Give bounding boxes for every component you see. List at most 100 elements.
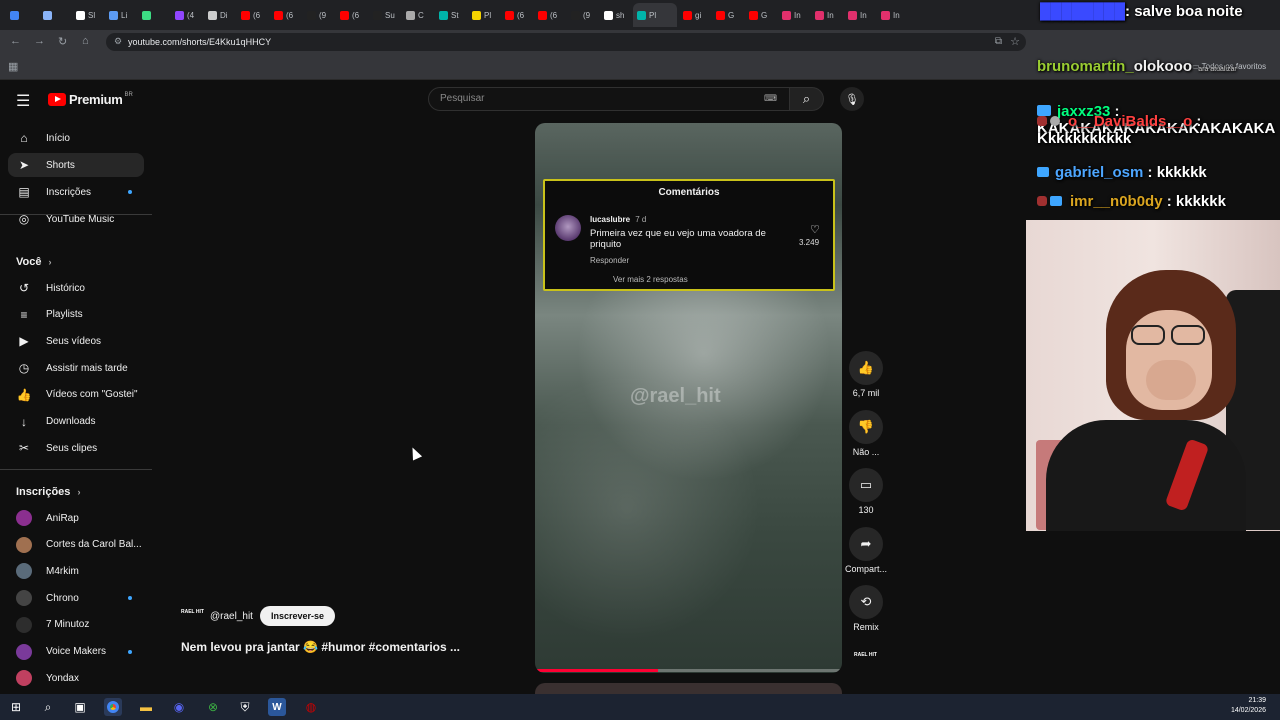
subscription-channel[interactable]: Cortes da Carol Bal... [8, 533, 144, 557]
voice-search-button[interactable]: 🎙 [840, 87, 864, 111]
site-info-icon[interactable]: ⚙ [114, 36, 122, 47]
subscription-channel[interactable]: Yondax [8, 666, 144, 690]
channel-handle[interactable]: @rael_hit [210, 611, 253, 622]
browser-tab[interactable]: (6 [501, 3, 532, 27]
xbox-icon[interactable]: ⊗ [204, 698, 222, 716]
youtube-premium-logo[interactable]: Premium BR [48, 92, 133, 107]
you-section-heading[interactable]: Você › [16, 256, 52, 268]
browser-tab[interactable]: (9 [303, 3, 334, 27]
browser-tab[interactable]: sh [600, 3, 631, 27]
sidebar-item-youtube-music[interactable]: ◎ YouTube Music [8, 207, 144, 231]
sidebar-item-seus-clipes[interactable]: ✂ Seus clipes [8, 436, 144, 460]
sound-channel-thumb[interactable]: RAEL HIT [854, 652, 878, 666]
comment-heart-icon[interactable]: ♡ [810, 223, 820, 236]
reload-icon[interactable]: ↻ [58, 35, 67, 48]
sidebar-item-downloads[interactable]: ↓ Downloads [8, 410, 144, 434]
sidebar-item-shorts[interactable]: ➤ Shorts [8, 153, 144, 177]
search-input[interactable]: Pesquisar ⌨ [428, 87, 790, 111]
browser-tab[interactable]: In [877, 3, 908, 27]
browser-tab[interactable]: In [811, 3, 842, 27]
browser-tab[interactable]: (9 [567, 3, 598, 27]
obs-icon[interactable]: ◍ [302, 698, 320, 716]
browser-tab[interactable] [138, 3, 169, 27]
subscription-channel[interactable]: 7 Minutoz [8, 613, 144, 637]
browser-tab[interactable]: Sl [72, 3, 103, 27]
youtube-logo-icon [48, 93, 66, 106]
dislike-button[interactable]: 👎 [849, 409, 883, 444]
back-icon[interactable]: ← [10, 35, 21, 47]
sidebar-item-inscri-es[interactable]: ▤ Inscrições [8, 180, 144, 204]
video-progress-track[interactable] [535, 669, 842, 672]
browser-tab[interactable]: G [745, 3, 776, 27]
browser-tab[interactable]: Pl [468, 3, 499, 27]
comment-reply-button[interactable]: Responder [590, 256, 629, 265]
tab-title: Sl [88, 10, 96, 20]
browser-tab[interactable]: Di [204, 3, 235, 27]
taskbar-search-icon[interactable]: ⌕ [39, 698, 57, 716]
subscription-channel[interactable]: M4rkim [8, 559, 144, 583]
browser-tab[interactable]: In [778, 3, 809, 27]
apps-grid-icon[interactable]: ▦ [8, 60, 18, 73]
watch-later-icon: ◷ [18, 361, 30, 376]
bookmark-star-icon[interactable]: ☆ [1010, 35, 1020, 48]
browser-tab[interactable]: (6 [534, 3, 565, 27]
browser-tab[interactable]: St [435, 3, 466, 27]
file-explorer-icon[interactable]: ▬ [137, 698, 155, 716]
security-shield-icon[interactable]: ⛨ [236, 698, 254, 716]
discord-icon[interactable]: ◉ [170, 698, 188, 716]
remix-button[interactable]: ⟲ [849, 585, 883, 619]
channel-name: Cortes da Carol Bal... [46, 539, 142, 551]
short-title[interactable]: Nem levou pra jantar 😂 #humor #comentari… [181, 640, 460, 654]
chevron-right-icon: › [48, 257, 52, 267]
subscription-channel[interactable]: Voice Makers [8, 640, 144, 664]
browser-tab[interactable] [6, 3, 37, 27]
next-short-preview[interactable] [535, 683, 842, 694]
browser-tab[interactable]: (6 [237, 3, 268, 27]
share-button[interactable]: ➦ [849, 526, 883, 561]
tab-favicon-icon [307, 10, 316, 20]
hamburger-menu-icon[interactable]: ☰ [16, 91, 30, 111]
sidebar-item-assistir-mais-tarde[interactable]: ◷ Assistir mais tarde [8, 356, 144, 380]
install-icon[interactable]: ⧉ [995, 36, 1002, 47]
taskbar-clock[interactable]: 21:39 14/02/2026 [1231, 696, 1266, 716]
url-text: youtube.com/shorts/E4Kku1qHHCY [128, 37, 272, 47]
sidebar-item-hist-rico[interactable]: ↺ Histórico [8, 276, 144, 300]
browser-tab[interactable]: Su [369, 3, 400, 27]
subscribe-button[interactable]: Inscrever-se [259, 606, 335, 626]
address-bar[interactable]: ⚙ youtube.com/shorts/E4Kku1qHHCY ⧉ ☆ [106, 33, 1026, 51]
sidebar-item-seus-v-deos[interactable]: ▶ Seus vídeos [8, 329, 144, 353]
sidebar-item-v-deos-com-gostei[interactable]: 👍 Vídeos com "Gostei" [8, 383, 144, 407]
chrome-icon[interactable] [104, 698, 122, 716]
subscriptions-section-heading[interactable]: Inscrições › [16, 486, 80, 498]
like-button[interactable]: 👍 [849, 351, 883, 385]
subscription-channel[interactable]: AniRap [8, 506, 144, 530]
browser-tab[interactable]: (6 [270, 3, 301, 27]
search-button[interactable]: ⌕ [790, 87, 824, 111]
browser-tab[interactable]: (4 [171, 3, 202, 27]
browser-tab[interactable]: In [844, 3, 875, 27]
word-icon[interactable]: W [268, 698, 286, 716]
forward-icon[interactable]: → [34, 35, 45, 47]
browser-tab[interactable]: Li [105, 3, 136, 27]
channel-name: Voice Makers [46, 646, 107, 657]
sidebar-item-label: YouTube Music [46, 213, 115, 225]
home-browser-icon[interactable]: ⌂ [82, 35, 89, 47]
keyboard-icon[interactable]: ⌨ [764, 93, 777, 104]
subscription-channel[interactable]: Chrono [8, 586, 144, 610]
tab-favicon-icon [538, 10, 547, 20]
browser-tab[interactable]: C [402, 3, 433, 27]
browser-tab[interactable]: (6 [336, 3, 367, 27]
channel-logo[interactable]: RAEL HIT [181, 609, 205, 623]
browser-tab[interactable]: G [712, 3, 743, 27]
streamer-shirt [1046, 420, 1246, 531]
windows-start-icon[interactable]: ⊞ [7, 698, 25, 716]
sidebar-item-playlists[interactable]: ≡ Playlists [8, 303, 144, 327]
sidebar-item-in-cio[interactable]: ⌂ Início [8, 126, 144, 150]
browser-tab[interactable]: gi [679, 3, 710, 27]
short-video-player[interactable]: @rael_hit Comentários lucaslubre 7 d Pri… [535, 123, 842, 673]
browser-tab[interactable]: Pl [633, 3, 677, 27]
task-view-icon[interactable]: ▣ [71, 698, 89, 716]
tab-title: (6 [550, 10, 558, 20]
comments-button[interactable]: ▭ [849, 468, 883, 502]
browser-tab[interactable] [39, 3, 70, 27]
